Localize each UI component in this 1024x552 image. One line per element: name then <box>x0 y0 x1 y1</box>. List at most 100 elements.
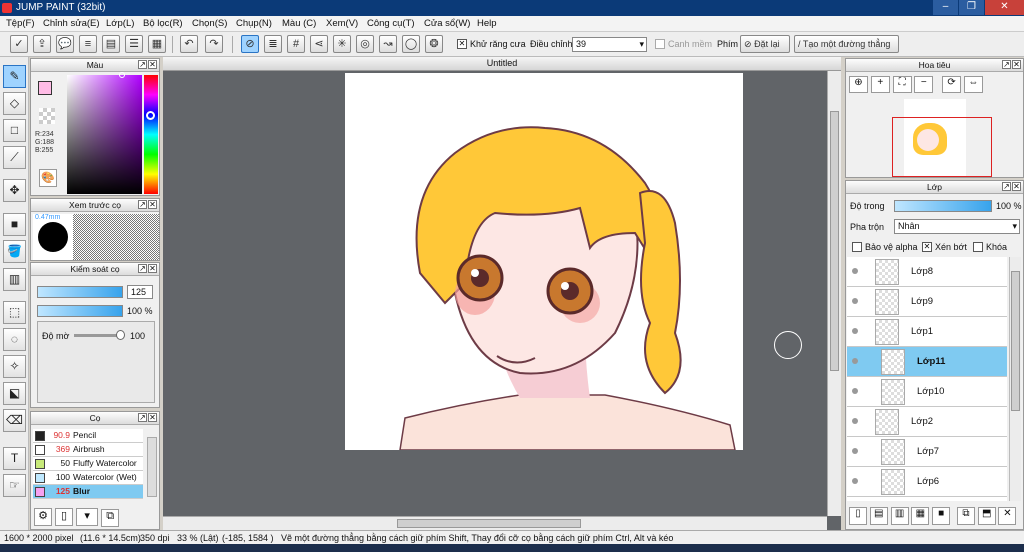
minimize-button[interactable]: – <box>932 0 958 15</box>
grid-icon[interactable]: ▦ <box>148 35 166 53</box>
close-icon[interactable]: ✕ <box>148 60 157 69</box>
document-icon[interactable]: ▤ <box>102 35 120 53</box>
zoom-in-icon[interactable]: + <box>870 76 890 93</box>
float-icon[interactable]: ↗ <box>1002 60 1011 69</box>
brushes-scrollbar[interactable] <box>147 437 157 497</box>
eye-icon[interactable] <box>852 388 858 394</box>
no-ruler-icon[interactable]: ⊘ <box>241 35 259 53</box>
rotate-icon[interactable]: ⟳ <box>942 76 962 93</box>
float-icon[interactable]: ↗ <box>138 200 147 209</box>
symmetry-ruler-icon[interactable]: ❂ <box>425 35 443 53</box>
perspective-ruler-icon[interactable]: ⋖ <box>310 35 328 53</box>
close-icon[interactable]: ✕ <box>148 200 157 209</box>
layer-row[interactable]: Lớp1 <box>847 317 1007 347</box>
zoom-out-icon[interactable]: − <box>914 76 934 93</box>
new-1bit-layer-icon[interactable]: ▥ <box>890 507 909 525</box>
new-icon[interactable]: ✓ <box>10 35 28 53</box>
select-eraser-tool-icon[interactable]: ⌫ <box>3 409 26 432</box>
folder-icon[interactable]: ■ <box>932 507 951 525</box>
menu-select[interactable]: Chọn(S) <box>192 18 227 29</box>
brush-size-slider[interactable] <box>37 286 123 298</box>
bucket-tool-icon[interactable]: 🪣 <box>3 240 26 263</box>
rectangle-tool-icon[interactable]: □ <box>3 119 26 142</box>
menu-file[interactable]: Tệp(F) <box>6 18 35 29</box>
protect-alpha-checkbox[interactable] <box>852 242 862 252</box>
fit-icon[interactable]: ⛶ <box>892 76 912 93</box>
foreground-color-swatch[interactable] <box>38 81 52 95</box>
blend-mode-select[interactable]: Nhân ▾ <box>894 219 1020 234</box>
lasso-tool-icon[interactable]: ◌ <box>3 328 26 351</box>
brush-settings-icon[interactable]: ⚙ <box>34 508 52 526</box>
palette-icon[interactable]: 🎨 <box>39 169 57 187</box>
layer-row[interactable]: Lớp6 <box>847 467 1007 497</box>
brush-size-input[interactable]: 125 <box>127 285 153 299</box>
layer-row-selected[interactable]: Lớp11 <box>847 347 1007 377</box>
brush-menu-icon[interactable]: ▾ <box>76 508 99 526</box>
text-icon[interactable]: ≡ <box>79 35 97 53</box>
move-tool-icon[interactable]: ✥ <box>3 179 26 202</box>
layer-opacity-slider[interactable] <box>894 200 992 212</box>
straight-line-button[interactable]: / Tạo một đường thẳng <box>794 35 899 53</box>
canvas-area[interactable]: Untitled <box>163 57 841 530</box>
eye-icon[interactable] <box>852 418 858 424</box>
layer-row[interactable]: Lớp9 <box>847 287 1007 317</box>
reset-button[interactable]: ⊘ Đặt lại <box>740 35 790 53</box>
transparent-color-swatch[interactable] <box>39 108 55 124</box>
concentric-ruler-icon[interactable]: ◎ <box>356 35 374 53</box>
menu-color[interactable]: Màu (C) <box>282 18 316 29</box>
delete-layer-icon[interactable]: ✕ <box>998 507 1017 525</box>
export-icon[interactable]: ⇪ <box>33 35 51 53</box>
eye-icon[interactable] <box>852 358 858 364</box>
menu-edit[interactable]: Chỉnh sửa(E) <box>43 18 100 29</box>
canvas-horizontal-scrollbar[interactable] <box>163 516 827 530</box>
clipping-checkbox[interactable]: ✕ <box>922 242 932 252</box>
select-rect-tool-icon[interactable]: ⬚ <box>3 301 26 324</box>
brush-tool-icon[interactable]: ✎ <box>3 65 26 88</box>
layer-row[interactable]: Lớp2 <box>847 407 1007 437</box>
eye-icon[interactable] <box>852 298 858 304</box>
menu-window[interactable]: Cửa sổ(W) <box>424 18 470 29</box>
text-tool-icon[interactable]: T <box>3 447 26 470</box>
gradient-tool-icon[interactable]: ▥ <box>3 268 26 291</box>
comment-icon[interactable]: 💬 <box>56 35 74 53</box>
line-tool-icon[interactable]: ⟋ <box>3 146 26 169</box>
fill-rect-tool-icon[interactable]: ■ <box>3 213 26 236</box>
merge-layer-icon[interactable]: ⬒ <box>977 507 996 525</box>
layer-row[interactable]: Lớp7 <box>847 437 1007 467</box>
curve-ruler-icon[interactable]: ↝ <box>379 35 397 53</box>
smooth-checkbox[interactable] <box>655 39 665 49</box>
float-icon[interactable]: ↗ <box>1002 182 1011 191</box>
brush-item[interactable]: 369 Airbrush <box>33 443 143 457</box>
eraser-tool-icon[interactable]: ◇ <box>3 92 26 115</box>
drawing-canvas[interactable] <box>345 73 743 450</box>
hand-tool-icon[interactable]: ☞ <box>3 474 26 497</box>
grid-ruler-icon[interactable]: # <box>287 35 305 53</box>
duplicate-layer-icon[interactable]: ⧉ <box>956 507 975 525</box>
menu-layer[interactable]: Lớp(L) <box>106 18 134 29</box>
float-icon[interactable]: ↗ <box>138 60 147 69</box>
menu-help[interactable]: Help <box>477 18 497 29</box>
close-icon[interactable]: ✕ <box>1012 60 1021 69</box>
brush-item[interactable]: 125 Blur <box>33 485 143 499</box>
antialias-checkbox[interactable]: ✕ <box>457 39 467 49</box>
brush-opacity-slider[interactable] <box>37 305 123 317</box>
saturation-value-picker[interactable] <box>67 72 142 194</box>
list-icon[interactable]: ☰ <box>125 35 143 53</box>
hue-slider[interactable] <box>144 75 158 194</box>
close-icon[interactable]: ✕ <box>148 264 157 273</box>
brush-item[interactable]: 50 Fluffy Watercolor <box>33 457 143 471</box>
eye-icon[interactable] <box>852 478 858 484</box>
layer-row[interactable]: Lớp10 <box>847 377 1007 407</box>
pattern-layer-icon[interactable]: ▦ <box>911 507 930 525</box>
brush-item[interactable]: 90.9 Pencil <box>33 429 143 443</box>
close-icon[interactable]: ✕ <box>1012 182 1021 191</box>
new-layer-icon[interactable]: ▯ <box>849 507 867 525</box>
radial-ruler-icon[interactable]: ✳ <box>333 35 351 53</box>
density-slider[interactable] <box>74 330 125 340</box>
menu-filter[interactable]: Bộ lọc(R) <box>143 18 183 29</box>
parallel-ruler-icon[interactable]: ≣ <box>264 35 282 53</box>
close-button[interactable]: ✕ <box>984 0 1024 15</box>
eye-icon[interactable] <box>852 328 858 334</box>
ellipse-ruler-icon[interactable]: ◯ <box>402 35 420 53</box>
canvas-vertical-scrollbar[interactable] <box>827 71 841 516</box>
